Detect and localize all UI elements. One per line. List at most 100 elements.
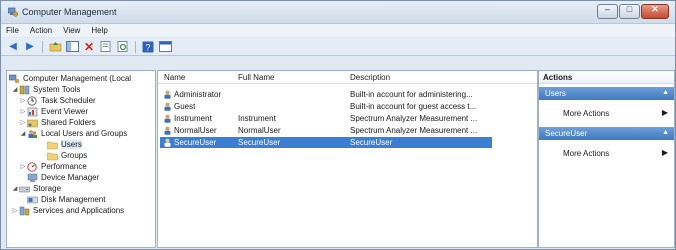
tree-item-groups[interactable]: Groups: [47, 150, 87, 161]
menu-file[interactable]: File: [6, 26, 19, 35]
tree-item-users[interactable]: Users: [47, 139, 82, 150]
menu-action[interactable]: Action: [30, 26, 52, 35]
users-list[interactable]: Name Full Name Description Administrator…: [157, 70, 538, 248]
tree-item-event-viewer[interactable]: ▷ Event Viewer: [19, 106, 88, 117]
collapse-triangle-icon[interactable]: ▲: [662, 129, 669, 136]
toolbar-separator: [42, 40, 43, 53]
refresh-icon[interactable]: [116, 40, 130, 53]
tree-item-performance[interactable]: ▷ Performance: [19, 161, 87, 172]
tree-item-label: Local Users and Groups: [41, 129, 128, 138]
expanded-arrow-icon[interactable]: ◢: [11, 86, 19, 93]
collapse-triangle-icon[interactable]: ▲: [662, 89, 669, 96]
tree-item-label: Task Scheduler: [41, 96, 96, 105]
tree-item-local-users-and-groups[interactable]: ◢ Local Users and Groups: [19, 128, 128, 139]
performance-icon: [27, 161, 38, 172]
list-row-secureuser[interactable]: SecureUser SecureUser SecureUser: [160, 137, 492, 148]
column-header-description[interactable]: Description: [350, 73, 390, 82]
expanded-arrow-icon[interactable]: ◢: [11, 185, 19, 192]
delete-icon[interactable]: ✕: [82, 40, 96, 53]
tree-item-label: Disk Management: [41, 195, 106, 204]
help-icon[interactable]: ?: [141, 40, 155, 53]
list-row-instrument[interactable]: Instrument Instrument Spectrum Analyzer …: [160, 113, 492, 124]
device-manager-icon: [27, 173, 38, 183]
window-controls: – □ ✕: [597, 4, 669, 19]
maximize-icon: □: [626, 4, 633, 14]
tree-item-shared-folders[interactable]: ▷ Shared Folders: [19, 117, 96, 128]
tree-item-storage[interactable]: ◢ Storage: [11, 183, 61, 194]
action-more-actions-users[interactable]: More Actions ▶: [539, 107, 674, 119]
computer-management-window: Computer Management – □ ✕ File Action Vi…: [0, 0, 676, 250]
tree-item-label: Storage: [33, 184, 62, 193]
title-bar[interactable]: Computer Management – □ ✕: [1, 1, 675, 24]
cell-full-name: Instrument: [238, 114, 276, 123]
computer-management-icon: [8, 74, 20, 84]
cell-full-name: NormalUser: [238, 126, 281, 135]
action-item-label: More Actions: [563, 149, 610, 158]
window-title: Computer Management: [22, 7, 117, 17]
action-group-label: SecureUser: [545, 129, 588, 138]
maximize-button[interactable]: □: [619, 4, 640, 19]
system-tools-icon: [19, 85, 30, 95]
svg-text:?: ?: [145, 42, 150, 52]
back-icon[interactable]: ◀: [6, 40, 20, 53]
user-icon: [164, 126, 171, 135]
computer-management-icon: [8, 7, 18, 17]
minimize-button[interactable]: –: [597, 4, 618, 19]
tree-item-label: Device Manager: [41, 173, 100, 182]
menu-bar: File Action View Help: [1, 24, 675, 37]
list-row-guest[interactable]: Guest Built-in account for guest access …: [160, 101, 492, 112]
tree-item-label: Users: [61, 140, 82, 149]
tree-item-device-manager[interactable]: Device Manager: [27, 172, 99, 183]
close-icon: ✕: [651, 4, 659, 14]
collapsed-arrow-icon[interactable]: ▷: [11, 207, 19, 214]
forward-icon[interactable]: ▶: [23, 40, 37, 53]
cell-description: Spectrum Analyzer Measurement ...: [350, 114, 478, 123]
list-row-normaluser[interactable]: NormalUser NormalUser Spectrum Analyzer …: [160, 125, 492, 136]
cell-name: Guest: [174, 102, 196, 111]
tree-item-disk-management[interactable]: Disk Management: [27, 194, 105, 205]
actions-title: Actions: [543, 73, 573, 82]
action-group-label: Users: [545, 89, 566, 98]
event-viewer-icon: [27, 107, 38, 117]
folder-icon: [47, 151, 58, 161]
tree-item-task-scheduler[interactable]: ▷ Task Scheduler: [19, 95, 96, 106]
cell-description: Built-in account for guest access t...: [350, 102, 477, 111]
close-button[interactable]: ✕: [641, 4, 669, 19]
disk-management-icon: [27, 195, 38, 205]
action-item-label: More Actions: [563, 109, 610, 118]
collapsed-arrow-icon[interactable]: ▷: [19, 97, 27, 104]
column-header-full-name[interactable]: Full Name: [238, 73, 274, 82]
minimize-icon: –: [604, 4, 610, 14]
action-more-actions-secureuser[interactable]: More Actions ▶: [539, 147, 674, 159]
toolbar: ◀ ▶ ✕ ?: [1, 38, 675, 56]
cell-description: SecureUser: [350, 138, 393, 147]
console-tree[interactable]: Computer Management (Local ◢ System Tool…: [6, 70, 156, 248]
cell-description: Built-in account for administering...: [350, 90, 473, 99]
action-group-secureuser[interactable]: SecureUser ▲: [539, 127, 674, 140]
services-icon: [19, 206, 30, 216]
column-header-name[interactable]: Name: [164, 73, 185, 82]
list-row-administrator[interactable]: Administrator Built-in account for admin…: [160, 89, 492, 100]
menu-help[interactable]: Help: [91, 26, 107, 35]
expanded-arrow-icon[interactable]: ◢: [19, 130, 27, 137]
cell-name: SecureUser: [174, 138, 217, 147]
list-header: Name Full Name Description: [158, 71, 537, 84]
show-hide-tree-icon[interactable]: [65, 40, 79, 53]
users-group-icon: [27, 129, 38, 139]
tree-item-system-tools[interactable]: ◢ System Tools: [11, 84, 81, 95]
view-icon[interactable]: [158, 40, 172, 53]
tree-item-services-and-applications[interactable]: ▷ Services and Applications: [11, 205, 124, 216]
menu-view[interactable]: View: [63, 26, 80, 35]
action-group-users[interactable]: Users ▲: [539, 87, 674, 100]
collapsed-arrow-icon[interactable]: ▷: [19, 108, 27, 115]
collapsed-arrow-icon[interactable]: ▷: [19, 119, 27, 126]
cell-name: Instrument: [174, 114, 212, 123]
collapsed-arrow-icon[interactable]: ▷: [19, 163, 27, 170]
shared-folder-icon: [27, 118, 38, 128]
cell-full-name: SecureUser: [238, 138, 281, 147]
tree-item-label: Shared Folders: [41, 118, 96, 127]
tree-item-label: Services and Applications: [33, 206, 125, 215]
properties-icon[interactable]: [99, 40, 113, 53]
tree-item-computer-management[interactable]: Computer Management (Local: [8, 73, 131, 84]
up-folder-icon[interactable]: [48, 40, 62, 53]
